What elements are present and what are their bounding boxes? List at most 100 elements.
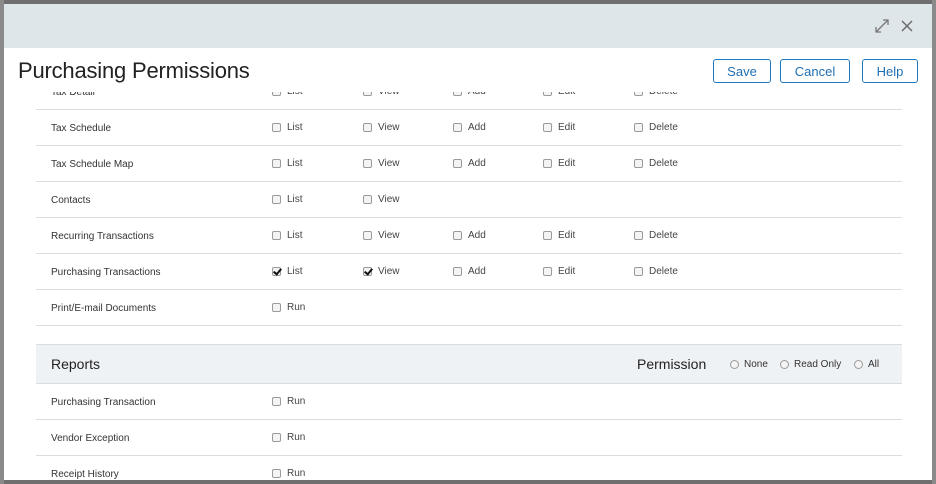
checkbox[interactable] [453, 92, 462, 96]
permission-option[interactable]: Delete [634, 92, 678, 97]
checkbox[interactable] [634, 267, 643, 276]
permission-option[interactable]: List [272, 266, 303, 277]
checkbox[interactable] [272, 469, 281, 478]
permission-option[interactable]: View [363, 230, 400, 241]
checkbox[interactable] [634, 92, 643, 96]
permission-option[interactable]: Delete [634, 266, 678, 277]
checkbox-label: Edit [558, 230, 576, 241]
checkbox-label: Add [468, 266, 486, 277]
checkbox[interactable] [272, 123, 281, 132]
permission-option[interactable]: Add [453, 230, 486, 241]
permission-row: Tax Detail List View Add Edit Delete [36, 92, 902, 110]
permission-row: Purchasing Transaction Run [36, 384, 902, 420]
permission-option[interactable]: Run [272, 468, 305, 479]
checkbox-label: Add [468, 230, 486, 241]
close-icon[interactable] [897, 16, 917, 36]
permission-option[interactable]: Run [272, 396, 305, 407]
permission-option[interactable]: List [272, 92, 303, 97]
checkbox[interactable] [543, 159, 552, 168]
checkbox[interactable] [272, 195, 281, 204]
checkbox[interactable] [272, 267, 281, 276]
permission-option[interactable]: Edit [543, 122, 575, 133]
permissions-dialog: Purchasing Permissions Save Cancel Help … [4, 4, 932, 480]
checkbox[interactable] [272, 303, 281, 312]
checkbox[interactable] [272, 433, 281, 442]
radio-button[interactable] [730, 360, 739, 369]
permission-option[interactable]: Delete [634, 122, 678, 133]
permissions-content[interactable]: Tax DetailListViewAddEditDeleteTax Sched… [18, 92, 918, 480]
permission-option[interactable]: Delete [634, 158, 678, 169]
save-button[interactable]: Save [713, 59, 771, 83]
checkbox-label: View [378, 92, 400, 97]
checkbox[interactable] [453, 123, 462, 132]
permission-option[interactable]: Edit [543, 230, 575, 241]
permission-row-label: Purchasing Transactions [51, 267, 161, 278]
checkbox[interactable] [453, 231, 462, 240]
permission-option[interactable]: Add [453, 266, 486, 277]
checkbox[interactable] [543, 231, 552, 240]
checkbox-label: Delete [649, 158, 678, 169]
checkbox[interactable] [272, 231, 281, 240]
checkbox-label: Run [287, 302, 306, 313]
permission-option[interactable]: View [363, 266, 400, 277]
checkbox-label: Delete [649, 230, 678, 241]
cancel-button[interactable]: Cancel [780, 59, 850, 83]
checkbox[interactable] [543, 267, 552, 276]
permission-option[interactable]: View [363, 194, 400, 205]
reports-section-header: Reports Permission None Read Only All [36, 344, 902, 384]
checkbox[interactable] [543, 92, 552, 96]
checkbox[interactable] [272, 397, 281, 406]
checkbox-label: View [378, 158, 400, 169]
checkbox[interactable] [363, 159, 372, 168]
radio-button[interactable] [780, 360, 789, 369]
checkbox-label: Add [468, 122, 486, 133]
permission-option[interactable]: View [363, 122, 400, 133]
checkbox-label: Delete [649, 92, 678, 97]
permission-option[interactable]: View [363, 158, 400, 169]
permission-option[interactable]: View [363, 92, 400, 97]
expand-icon[interactable] [872, 16, 892, 36]
permission-option[interactable]: Run [272, 302, 305, 313]
checkbox[interactable] [272, 92, 281, 96]
checkbox[interactable] [363, 231, 372, 240]
checkbox[interactable] [272, 159, 281, 168]
permission-radio-option[interactable]: Read Only [780, 359, 841, 370]
checkbox-label: List [287, 266, 303, 277]
permission-option[interactable]: Add [453, 158, 486, 169]
permission-option[interactable]: List [272, 194, 303, 205]
checkbox[interactable] [363, 123, 372, 132]
background-frame-right [932, 0, 936, 484]
permission-option[interactable]: Edit [543, 266, 575, 277]
permission-option[interactable]: Edit [543, 92, 575, 97]
checkbox-label: List [287, 92, 303, 97]
checkbox[interactable] [363, 267, 372, 276]
permission-row: Recurring Transactions List View Add Edit Del… [36, 218, 902, 254]
checkbox-label: Run [287, 396, 306, 407]
checkbox-label: Run [287, 432, 306, 443]
permission-row-label: Tax Schedule [51, 123, 112, 134]
checkbox[interactable] [543, 123, 552, 132]
permission-option[interactable]: Add [453, 122, 486, 133]
permission-option[interactable]: Edit [543, 158, 575, 169]
permission-option[interactable]: List [272, 230, 303, 241]
checkbox[interactable] [453, 159, 462, 168]
permission-option[interactable]: Delete [634, 230, 678, 241]
dialog-header: Purchasing Permissions Save Cancel Help [4, 48, 932, 92]
checkbox[interactable] [634, 123, 643, 132]
checkbox-label: View [378, 122, 400, 133]
permission-option[interactable]: List [272, 158, 303, 169]
permissions-list: Tax DetailListViewAddEditDeleteTax Sched… [36, 92, 902, 480]
help-button[interactable]: Help [862, 59, 918, 83]
checkbox[interactable] [363, 195, 372, 204]
permission-radio-option[interactable]: All [854, 359, 879, 370]
checkbox[interactable] [634, 159, 643, 168]
checkbox[interactable] [363, 92, 372, 96]
permission-radio-option[interactable]: None [730, 359, 768, 370]
permission-option[interactable]: Add [453, 92, 486, 97]
radio-button[interactable] [854, 360, 863, 369]
checkbox[interactable] [634, 231, 643, 240]
permission-option[interactable]: Run [272, 432, 305, 443]
checkbox[interactable] [453, 267, 462, 276]
permission-option[interactable]: List [272, 122, 303, 133]
dialog-topbar [4, 4, 932, 48]
